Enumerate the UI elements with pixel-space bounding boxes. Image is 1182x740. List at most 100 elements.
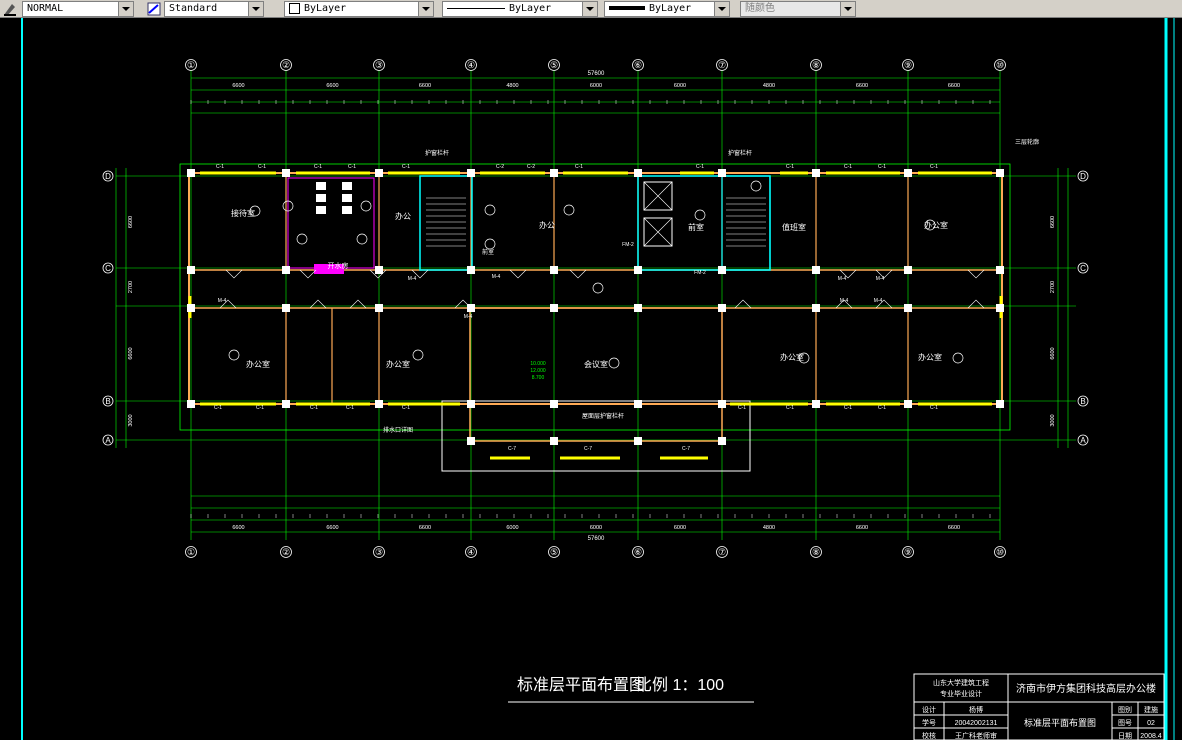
label-elev-1: 10.000: [530, 361, 546, 367]
column: [187, 266, 195, 274]
column: [467, 437, 475, 445]
tag-window-south-6: C-1: [786, 405, 794, 411]
plot-style-value: 随颜色: [745, 3, 775, 14]
tag-window-c7-0: C-7: [508, 446, 516, 452]
axis-bubbles-top: ① ② ③ ④ ⑤ ⑥ ⑦ ⑧ ⑨ ⑩: [185, 59, 1006, 71]
axis-bubble-label-D-0: D: [105, 172, 111, 181]
column: [996, 304, 1004, 312]
chevron-down-icon[interactable]: [118, 2, 133, 16]
tb-label-type: 图别: [1118, 705, 1132, 714]
layer-value: ByLayer: [289, 2, 346, 16]
dim-style-icon[interactable]: [146, 1, 162, 17]
column: [282, 169, 290, 177]
column: [467, 169, 475, 177]
column: [812, 169, 820, 177]
room-number-bubble-5: [694, 209, 706, 221]
elevator-core: [637, 175, 771, 271]
lineweight-value: ByLayer: [609, 2, 691, 16]
tag-window-north-5: C-2: [496, 164, 504, 170]
chevron-down-icon[interactable]: [582, 2, 597, 16]
tag-fire-door-2: FM-2: [622, 242, 634, 248]
column: [550, 169, 558, 177]
room-number-bubble-16: [296, 233, 308, 245]
axis-bubble-top-label-4: ④: [467, 60, 475, 70]
tag-door-6: M-4: [840, 298, 849, 304]
axis-bubble-bottom-label-6: ⑥: [634, 547, 642, 557]
drawing-canvas[interactable]: 57600 6600 6600 6600 4800 6000 6000 4800 6600 660…: [0, 18, 1182, 740]
door-swing-0: [225, 269, 243, 279]
column: [634, 304, 642, 312]
column: [718, 437, 726, 445]
axis-bubble-bottom-label-10: ⑩: [996, 547, 1004, 557]
tag-window-north-10: C-1: [844, 164, 852, 170]
column: [187, 169, 195, 177]
text-style-icon[interactable]: [2, 1, 18, 17]
chevron-down-icon[interactable]: [418, 2, 433, 16]
dim-bay-top-7: 6600: [856, 83, 868, 89]
lineweight-sample-icon: [609, 6, 645, 10]
dim-row-left-3: 6600: [128, 216, 134, 228]
tag-door-3: M-4: [876, 276, 885, 282]
label-elev-2: 12.000: [530, 368, 546, 374]
tb-project: 济南市伊方集团科技高层办公楼: [1016, 682, 1156, 695]
layer-combo[interactable]: ByLayer: [284, 1, 434, 17]
column: [718, 400, 726, 408]
layer-text: ByLayer: [304, 3, 347, 14]
dim-bay-top-3: 4800: [506, 83, 518, 89]
label-handrail-left: 护窗栏杆: [425, 149, 449, 157]
stair-core-left: [419, 175, 473, 271]
dim-bay-bottom-4: 6000: [590, 525, 602, 531]
tag-window-c7-2: C-7: [682, 446, 690, 452]
axis-bubble-label-A-1: A: [1080, 436, 1086, 445]
axis-bubble-bottom-label-5: ⑤: [550, 547, 558, 557]
axis-bubble-bottom-label-4: ④: [467, 547, 475, 557]
dim-overall-top: 57600: [588, 71, 605, 77]
tag-window-south-0: C-1: [214, 405, 222, 411]
tag-window-south-9: C-1: [930, 405, 938, 411]
axis-bubble-top-label-3: ③: [375, 60, 383, 70]
column: [996, 266, 1004, 274]
column: [718, 169, 726, 177]
tag-window-north-1: C-1: [258, 164, 266, 170]
tag-window-north-8: C-1: [696, 164, 704, 170]
dim-bay-top-8: 6600: [948, 83, 960, 89]
text-style-value: NORMAL: [27, 3, 64, 14]
column: [467, 400, 475, 408]
tb-label-date: 日期: [1118, 732, 1132, 740]
chevron-down-icon[interactable]: [248, 2, 263, 16]
room-number-bubble-13: [592, 282, 604, 294]
door-swing-5: [569, 269, 587, 279]
label-office-1: 办公: [395, 211, 411, 221]
axis-bubble-top-label-5: ⑤: [550, 60, 558, 70]
door-swing-16: [967, 299, 985, 309]
door-swing-13: [734, 299, 752, 309]
axis-bubble-bottom-label-8: ⑧: [812, 547, 820, 557]
axis-bubble-top-label-10: ⑩: [996, 60, 1004, 70]
toilet-fixture: [316, 194, 326, 202]
column: [375, 400, 383, 408]
column: [812, 304, 820, 312]
label-roof-rail: 屋面层护窗栏杆: [582, 412, 624, 420]
column: [282, 400, 290, 408]
linetype-combo[interactable]: ByLayer: [442, 1, 598, 17]
axis-bubble-top-label-8: ⑧: [812, 60, 820, 70]
room-number-bubble-12: [952, 352, 964, 364]
dim-row-right-1: 6600: [1050, 347, 1056, 359]
door-swing-8: [967, 269, 985, 279]
lineweight-combo[interactable]: ByLayer: [604, 1, 730, 17]
chevron-down-icon[interactable]: [714, 2, 729, 16]
text-style-combo[interactable]: NORMAL: [22, 1, 134, 17]
room-number-bubble-9: [412, 349, 424, 361]
room-number-bubble-6: [750, 180, 762, 192]
dim-bay-top-0: 6600: [232, 83, 244, 89]
tb-value-number: 02: [1147, 720, 1155, 727]
column: [996, 400, 1004, 408]
tb-value-design: 杨博: [969, 705, 983, 714]
tag-window-north-0: C-1: [216, 164, 224, 170]
tag-window-north-6: C-2: [527, 164, 535, 170]
room-number-bubble-8: [228, 349, 240, 361]
label-third-floor-outline: 三层轮廓: [1015, 138, 1039, 146]
axis-bubble-label-B-1: B: [1080, 397, 1085, 406]
dim-style-combo[interactable]: Standard: [164, 1, 264, 17]
tag-door-1: M-4: [492, 274, 501, 280]
